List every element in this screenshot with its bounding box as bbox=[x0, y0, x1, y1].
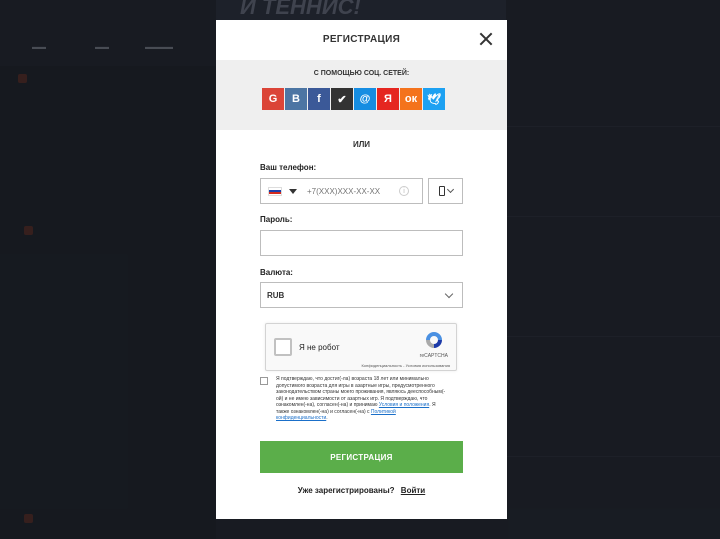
facebook-icon[interactable]: f bbox=[308, 88, 330, 110]
recaptcha-text: Я не робот bbox=[299, 343, 340, 352]
currency-value: RUB bbox=[267, 290, 285, 300]
modal-title: РЕГИСТРАЦИЯ bbox=[322, 34, 401, 45]
recaptcha-logo-icon bbox=[426, 332, 442, 348]
or-divider: ИЛИ bbox=[352, 140, 371, 149]
yandex-icon[interactable]: Я bbox=[377, 88, 399, 110]
phone-label: Ваш телефон: bbox=[260, 163, 317, 172]
info-icon[interactable]: i bbox=[399, 186, 409, 196]
mailru-icon[interactable]: @ bbox=[354, 88, 376, 110]
country-dropdown-icon[interactable] bbox=[289, 188, 297, 194]
terms-link[interactable]: Условия и положения bbox=[379, 402, 429, 408]
registration-modal: РЕГИСТРАЦИЯ С ПОМОЩЬЮ СОЦ. СЕТЕЙ: G Bf ✔ @ Я… bbox=[216, 20, 507, 519]
currency-label: Валюта: bbox=[260, 268, 293, 277]
login-prompt: Уже зарегистрированы? bbox=[297, 486, 395, 495]
agreement-end: . bbox=[326, 415, 328, 421]
social-label: С ПОМОЩЬЮ СОЦ. СЕТЕЙ: bbox=[313, 70, 410, 77]
device-select-button[interactable] bbox=[428, 178, 463, 204]
currency-select[interactable]: RUB bbox=[260, 282, 463, 308]
modal-header: РЕГИСТРАЦИЯ bbox=[216, 20, 507, 60]
social-login-section: С ПОМОЩЬЮ СОЦ. СЕТЕЙ: G Bf ✔ @ Яок 🕊 bbox=[216, 60, 507, 130]
social-icons: G Bf ✔ @ Яок 🕊 bbox=[262, 88, 445, 110]
phone-field[interactable]: i bbox=[260, 178, 423, 204]
recaptcha-checkbox[interactable] bbox=[274, 338, 292, 356]
agreement-text: Я подтверждаю, что достиг(-ла) возраста … bbox=[276, 376, 448, 422]
google-icon[interactable]: G bbox=[262, 88, 284, 110]
recaptcha-widget: Я не робот reCAPTCHA Конфиденциальность … bbox=[265, 323, 457, 371]
recaptcha-links[interactable]: Конфиденциальность - Условия использован… bbox=[361, 363, 450, 368]
chevron-down-icon bbox=[446, 185, 454, 194]
password-field[interactable] bbox=[260, 230, 463, 256]
agreement-checkbox[interactable] bbox=[260, 377, 268, 385]
close-icon[interactable] bbox=[479, 32, 493, 46]
chevron-down-icon bbox=[444, 289, 454, 298]
mobile-phone-icon bbox=[438, 186, 445, 196]
login-link[interactable]: Войти bbox=[401, 486, 425, 495]
steam-icon[interactable]: ✔ bbox=[331, 88, 353, 110]
password-label: Пароль: bbox=[260, 215, 293, 224]
phone-input[interactable] bbox=[307, 186, 397, 196]
vk-icon[interactable]: B bbox=[285, 88, 307, 110]
recaptcha-brand: reCAPTCHA bbox=[419, 353, 448, 359]
twitter-icon[interactable]: 🕊 bbox=[423, 88, 445, 110]
russia-flag-icon[interactable] bbox=[268, 186, 282, 196]
login-prompt-row: Уже зарегистрированы? Войти bbox=[216, 486, 507, 495]
odnoklassniki-icon[interactable]: ок bbox=[400, 88, 422, 110]
register-button[interactable]: РЕГИСТРАЦИЯ bbox=[260, 441, 463, 473]
